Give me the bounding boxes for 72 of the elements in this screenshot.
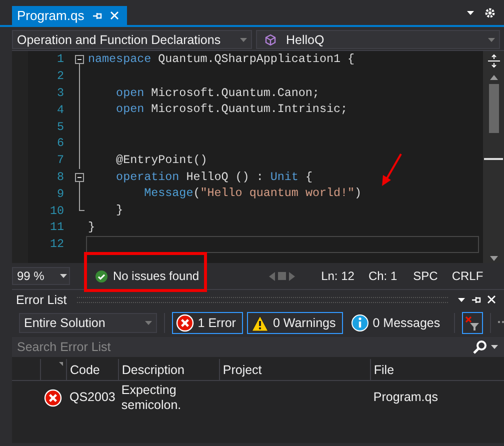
code-line: operation HelloQ () : Unit { — [115, 168, 312, 186]
line-number: 7 — [56, 153, 64, 168]
search-field[interactable]: Search Error List — [12, 337, 504, 357]
column-header[interactable]: File — [370, 359, 504, 380]
line-number: 12 — [48, 237, 64, 252]
line-number: 4 — [56, 102, 64, 117]
close-icon[interactable] — [487, 295, 496, 304]
tab-title: Program.qs — [17, 8, 84, 23]
line-number: 1 — [56, 52, 64, 66]
line-number: 9 — [56, 186, 64, 201]
scroll-position-marker — [484, 158, 503, 160]
settings-icon[interactable] — [484, 7, 496, 19]
next-issue-icon[interactable] — [289, 272, 296, 280]
table-cell: Expecting semicolon. — [118, 380, 220, 415]
caret-icon[interactable] — [491, 345, 498, 349]
split-icon[interactable] — [486, 54, 500, 68]
table-cell: Program.qs — [370, 380, 504, 415]
outline-line — [79, 185, 81, 202]
code-line: } — [115, 202, 124, 219]
issues-status: No issues found — [113, 269, 200, 283]
error-icon — [176, 314, 194, 332]
column-header[interactable]: Description — [118, 359, 220, 380]
overflow-grip-icon[interactable] — [498, 321, 504, 325]
code-line: @EntryPoint() — [115, 152, 208, 169]
build-filter-button[interactable] — [462, 312, 484, 334]
code-line: open Microsoft.Quantum.Intrinsic; — [115, 101, 348, 118]
previous-issue-icon[interactable] — [269, 272, 276, 280]
column-header[interactable]: Project — [219, 359, 370, 380]
scroll-down-icon[interactable] — [490, 256, 498, 261]
table-cell: QS2003 — [66, 380, 118, 415]
pin-icon[interactable] — [471, 294, 481, 304]
member-dropdown[interactable]: HelloQ — [256, 30, 500, 49]
filter-toggle-button[interactable]: 0 Messages — [346, 312, 448, 334]
line-number: 11 — [48, 220, 64, 234]
line-number: 2 — [56, 69, 64, 84]
scope-dropdown[interactable]: Entire Solution — [19, 313, 157, 333]
scope-dropdown[interactable]: Operation and Function Declarations — [12, 30, 252, 49]
column-indicator: Ch: 1 — [368, 269, 398, 283]
annotation-arrow — [380, 152, 404, 188]
check-icon — [95, 270, 108, 282]
code-line: open Microsoft.Quantum.Canon; — [115, 84, 320, 102]
dropdown-caret-icon[interactable] — [467, 11, 474, 15]
search-icon[interactable] — [473, 340, 487, 354]
scroll-up-icon[interactable] — [490, 75, 498, 80]
code-line: namespace Quantum.QSharpApplication1 { — [88, 51, 355, 68]
panel-title: Error List — [16, 292, 67, 306]
error-icon — [44, 389, 62, 407]
code-line: Message("Hello quantum world!") — [143, 185, 362, 202]
info-icon — [350, 314, 369, 332]
indent-indicator[interactable]: SPC — [413, 269, 438, 283]
cube-icon — [265, 34, 276, 46]
line-number: 6 — [56, 136, 64, 150]
sort-glyph-icon[interactable] — [59, 362, 63, 366]
line-indicator: Ln: 12 — [321, 269, 354, 283]
zoom-dropdown[interactable]: 99 % — [12, 267, 70, 285]
scrollbar-thumb[interactable] — [488, 84, 498, 133]
line-number: 3 — [56, 86, 64, 100]
dropdown-caret-icon[interactable] — [458, 298, 465, 302]
column-header[interactable]: Code — [66, 359, 118, 380]
filter-toggle-button[interactable]: 0 Warnings — [246, 312, 343, 334]
outline-end-line — [79, 202, 85, 212]
warning-icon — [250, 314, 269, 332]
filter-icon — [465, 316, 480, 330]
stop-icon — [278, 272, 286, 280]
line-number: 10 — [48, 204, 64, 218]
caret-icon[interactable] — [60, 274, 68, 278]
code-line: } — [88, 218, 96, 236]
search-input[interactable]: Search Error List — [17, 340, 469, 354]
filter-toggle-button[interactable]: 1 Error — [172, 312, 243, 334]
line-number: 5 — [56, 120, 64, 134]
line-number: 8 — [56, 170, 64, 184]
line-ending-indicator[interactable]: CRLF — [452, 269, 484, 283]
